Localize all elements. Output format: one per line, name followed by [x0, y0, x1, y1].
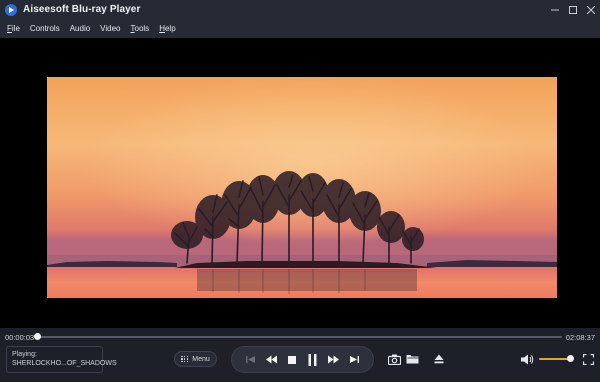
- grid-icon: [181, 355, 189, 363]
- control-bar: Playing: SHERLOCKHO...OF_SHADOWS Menu: [0, 346, 600, 382]
- menu-tools[interactable]: Tools: [131, 24, 150, 33]
- now-playing-panel: Playing: SHERLOCKHO...OF_SHADOWS: [6, 346, 117, 373]
- title-bar: Aiseesoft Blu-ray Player: [0, 0, 600, 19]
- seek-bar[interactable]: [34, 333, 562, 340]
- window-title: Aiseesoft Blu-ray Player: [23, 4, 141, 15]
- maximize-icon[interactable]: [564, 0, 582, 19]
- speaker-icon[interactable]: [520, 352, 534, 366]
- fast-forward-icon[interactable]: [327, 353, 341, 367]
- menu-bar: File Controls Audio Video Tools Help: [0, 19, 600, 38]
- video-viewport[interactable]: [0, 38, 600, 328]
- skip-next-icon[interactable]: [348, 353, 362, 367]
- transport-controls: [231, 346, 374, 373]
- video-frame: [47, 77, 557, 298]
- playing-file-name: SHERLOCKHO...OF_SHADOWS: [12, 360, 117, 367]
- menu-button[interactable]: Menu: [174, 351, 217, 367]
- minimize-icon[interactable]: [546, 0, 564, 19]
- fullscreen-icon[interactable]: [581, 352, 595, 366]
- seek-handle[interactable]: [34, 333, 42, 340]
- play-logo-icon: [5, 3, 17, 16]
- close-icon[interactable]: [582, 0, 600, 19]
- playing-label: Playing:: [12, 351, 37, 358]
- menu-button-label: Menu: [192, 355, 210, 363]
- menu-help[interactable]: Help: [159, 24, 175, 33]
- progress-row: 00:00:03 02:08:37: [0, 328, 600, 346]
- menu-file[interactable]: File: [7, 24, 20, 33]
- folder-icon[interactable]: [405, 352, 419, 366]
- menu-audio[interactable]: Audio: [70, 24, 90, 33]
- menu-controls[interactable]: Controls: [30, 24, 60, 33]
- stop-icon[interactable]: [285, 353, 299, 367]
- window-controls: [546, 0, 600, 19]
- menu-video[interactable]: Video: [100, 24, 120, 33]
- current-time: 00:00:03: [5, 333, 35, 342]
- volume-handle[interactable]: [567, 355, 575, 362]
- pause-icon[interactable]: [306, 353, 320, 367]
- camera-icon[interactable]: [387, 352, 401, 366]
- eject-icon[interactable]: [432, 352, 446, 366]
- skip-previous-icon[interactable]: [243, 353, 257, 367]
- total-time: 02:08:37: [565, 333, 595, 342]
- rewind-icon[interactable]: [264, 353, 278, 367]
